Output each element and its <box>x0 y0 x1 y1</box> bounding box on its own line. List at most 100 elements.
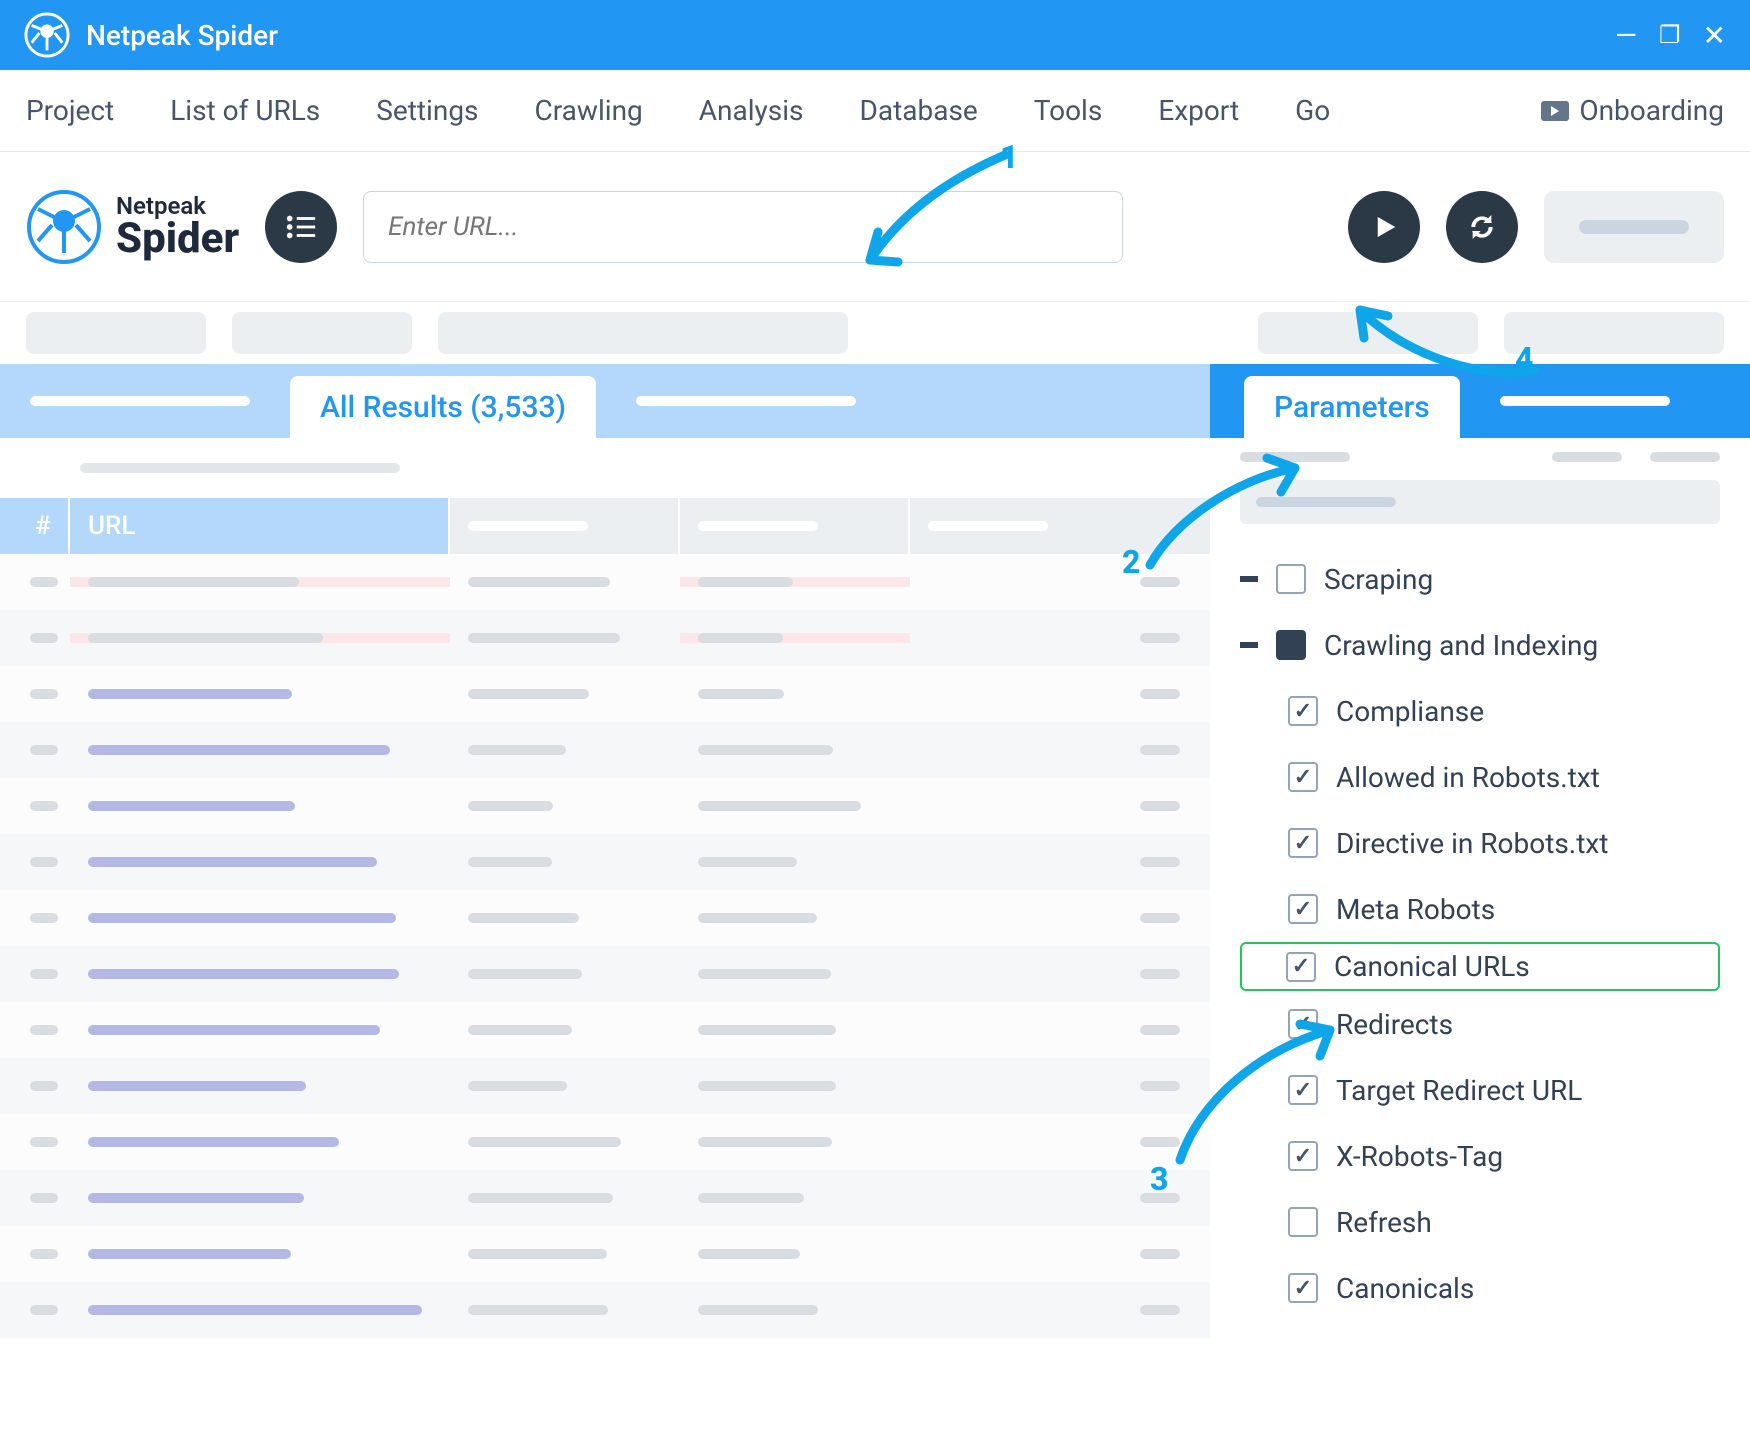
col-index[interactable]: # <box>0 498 70 554</box>
menu-settings[interactable]: Settings <box>376 94 478 127</box>
collapse-icon[interactable] <box>1240 576 1258 582</box>
menu-list-of-urls[interactable]: List of URLs <box>170 94 320 127</box>
filter-pill[interactable] <box>438 312 848 354</box>
results-tab-placeholder[interactable] <box>30 396 250 406</box>
results-tab-all[interactable]: All Results (3,533) <box>290 376 596 438</box>
checkbox[interactable] <box>1288 828 1318 858</box>
param-directive-robots[interactable]: Directive in Robots.txt <box>1240 810 1720 876</box>
param-label: Refresh <box>1336 1206 1432 1239</box>
parameters-tab-label: Parameters <box>1274 390 1430 425</box>
param-redirects[interactable]: Redirects <box>1240 991 1720 1057</box>
window-titlebar: Netpeak Spider — ❐ ✕ <box>0 0 1750 70</box>
param-allowed-robots[interactable]: Allowed in Robots.txt <box>1240 744 1720 810</box>
checkbox[interactable] <box>1288 1009 1318 1039</box>
param-label: Scraping <box>1324 563 1433 596</box>
table-row[interactable] <box>0 890 1210 946</box>
filter-pill[interactable] <box>1504 312 1724 354</box>
col-placeholder[interactable] <box>450 498 680 554</box>
start-crawl-button[interactable] <box>1348 191 1420 263</box>
checkbox[interactable] <box>1288 894 1318 924</box>
list-view-button[interactable] <box>265 191 337 263</box>
table-body <box>0 554 1210 1443</box>
brand: Netpeak Spider <box>26 189 239 265</box>
close-button[interactable]: ✕ <box>1703 19 1726 52</box>
param-complianse[interactable]: Complianse <box>1240 678 1720 744</box>
checkbox[interactable] <box>1276 564 1306 594</box>
menu-tools[interactable]: Tools <box>1034 94 1103 127</box>
table-row[interactable] <box>0 1114 1210 1170</box>
toolbar: Netpeak Spider <box>0 152 1750 302</box>
menu-analysis[interactable]: Analysis <box>699 94 804 127</box>
window-title: Netpeak Spider <box>86 19 278 52</box>
table-row[interactable] <box>0 1170 1210 1226</box>
param-x-robots-tag[interactable]: X-Robots-Tag <box>1240 1123 1720 1189</box>
table-row[interactable] <box>0 722 1210 778</box>
checkbox[interactable] <box>1288 696 1318 726</box>
parameters-pane: Parameters Scraping Crawling and Indexing… <box>1210 364 1750 1443</box>
results-pane: All Results (3,533) # URL <box>0 364 1210 1443</box>
brand-line2: Spider <box>116 218 239 260</box>
filter-pill[interactable] <box>26 312 206 354</box>
refresh-button[interactable] <box>1446 191 1518 263</box>
param-canonical-urls[interactable]: Canonical URLs <box>1240 942 1720 991</box>
menu-project[interactable]: Project <box>26 94 114 127</box>
menu-onboarding-label: Onboarding <box>1579 94 1724 127</box>
results-tabs: All Results (3,533) <box>0 364 1210 438</box>
menu-database[interactable]: Database <box>860 94 978 127</box>
param-scraping[interactable]: Scraping <box>1240 546 1720 612</box>
table-row[interactable] <box>0 778 1210 834</box>
table-row[interactable] <box>0 1058 1210 1114</box>
results-subheader <box>0 438 1210 498</box>
checkbox[interactable] <box>1276 630 1306 660</box>
table-row[interactable] <box>0 1002 1210 1058</box>
video-icon <box>1541 101 1569 121</box>
filter-pill[interactable] <box>232 312 412 354</box>
menu-crawling[interactable]: Crawling <box>535 94 643 127</box>
param-canonicals[interactable]: Canonicals <box>1240 1255 1720 1321</box>
table-row[interactable] <box>0 946 1210 1002</box>
parameters-search[interactable] <box>1240 480 1720 524</box>
menu-go[interactable]: Go <box>1295 94 1330 127</box>
parameters-tree: Scraping Crawling and IndexingComplianse A… <box>1210 536 1750 1321</box>
param-target-redirect[interactable]: Target Redirect URL <box>1240 1057 1720 1123</box>
param-refresh[interactable]: Refresh <box>1240 1189 1720 1255</box>
param-label: Canonical URLs <box>1334 950 1530 983</box>
minimize-button[interactable]: — <box>1615 19 1637 52</box>
checkbox[interactable] <box>1288 1273 1318 1303</box>
col-placeholder[interactable] <box>680 498 910 554</box>
param-meta-robots[interactable]: Meta Robots <box>1240 876 1720 942</box>
table-row[interactable] <box>0 610 1210 666</box>
checkbox[interactable] <box>1288 1207 1318 1237</box>
results-tab-placeholder[interactable] <box>636 396 856 406</box>
param-crawling[interactable]: Crawling and Indexing <box>1240 612 1720 678</box>
param-label: Redirects <box>1336 1008 1453 1041</box>
menu-onboarding[interactable]: Onboarding <box>1541 94 1724 127</box>
menubar: Project List of URLs Settings Crawling A… <box>0 70 1750 152</box>
table-row[interactable] <box>0 834 1210 890</box>
param-label: Target Redirect URL <box>1336 1074 1582 1107</box>
col-placeholder[interactable] <box>910 498 1210 554</box>
url-input-wrapper[interactable] <box>363 191 1123 263</box>
table-row[interactable] <box>0 666 1210 722</box>
table-row[interactable] <box>0 554 1210 610</box>
parameters-tab-placeholder[interactable] <box>1500 396 1670 406</box>
url-input[interactable] <box>388 212 1098 242</box>
table-row[interactable] <box>0 1282 1210 1338</box>
toolbar-placeholder-button[interactable] <box>1544 191 1724 263</box>
param-label: Meta Robots <box>1336 893 1495 926</box>
table-row[interactable] <box>0 1226 1210 1282</box>
checkbox[interactable] <box>1288 762 1318 792</box>
app-logo-icon <box>24 12 70 58</box>
col-url[interactable]: URL <box>70 498 450 554</box>
checkbox[interactable] <box>1288 1141 1318 1171</box>
collapse-icon[interactable] <box>1240 642 1258 648</box>
param-label: Allowed in Robots.txt <box>1336 761 1600 794</box>
table-header: # URL <box>0 498 1210 554</box>
checkbox[interactable] <box>1288 1075 1318 1105</box>
filter-row <box>0 302 1750 364</box>
filter-pill[interactable] <box>1258 312 1478 354</box>
parameters-tab[interactable]: Parameters <box>1244 376 1460 438</box>
maximize-button[interactable]: ❐ <box>1659 21 1681 49</box>
menu-export[interactable]: Export <box>1158 94 1239 127</box>
checkbox[interactable] <box>1286 952 1316 982</box>
